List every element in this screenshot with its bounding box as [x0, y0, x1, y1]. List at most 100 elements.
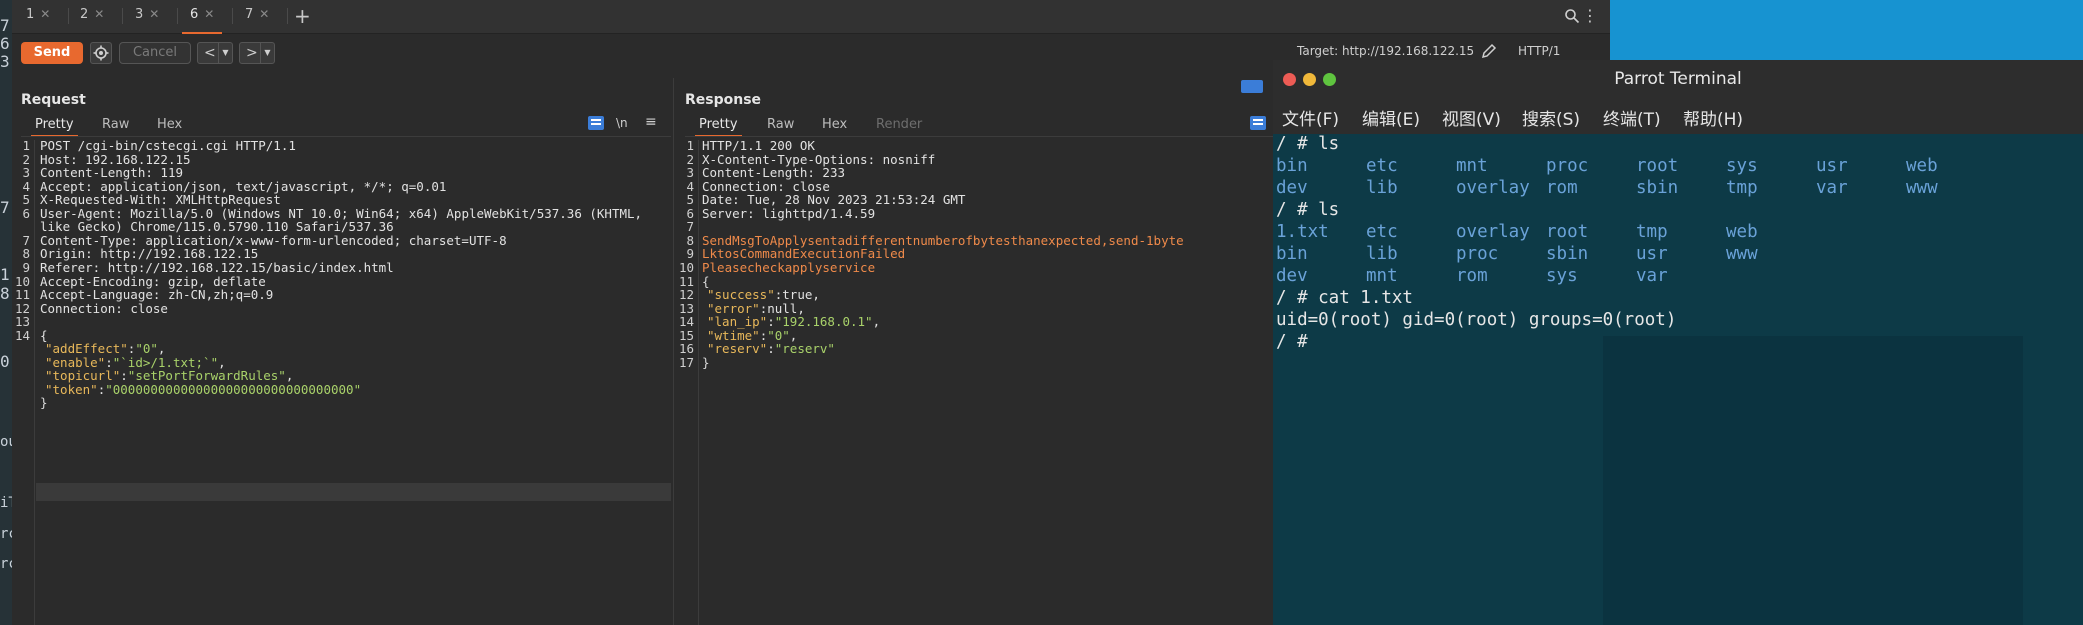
directory-entry: tmp: [1636, 222, 1668, 242]
settings-button[interactable]: [90, 42, 112, 64]
directory-entry: proc: [1456, 244, 1499, 264]
directory-entry: 1.txt: [1276, 222, 1329, 242]
repeater-tab[interactable]: 3 ✕: [135, 7, 159, 27]
back-arrow: <: [204, 45, 216, 61]
close-icon[interactable]: ✕: [149, 7, 159, 21]
tab-separator: [287, 8, 288, 24]
directory-entry: bin: [1276, 244, 1308, 264]
search-icon[interactable]: [1564, 8, 1580, 24]
forward-arrow: >: [246, 45, 258, 61]
add-tab-icon[interactable]: +: [294, 4, 311, 28]
edge-char: 3: [0, 52, 10, 71]
http-version-label[interactable]: HTTP/1: [1518, 44, 1560, 58]
tab-hex[interactable]: Hex: [157, 117, 182, 132]
close-icon[interactable]: ✕: [204, 7, 214, 21]
target-url[interactable]: Target: http://192.168.122.15: [1297, 44, 1474, 58]
desktop-background: [1610, 0, 2083, 60]
chevron-down-icon[interactable]: ▼: [260, 43, 274, 63]
directory-entry: var: [1816, 178, 1848, 198]
json-close-brace: }: [702, 354, 710, 370]
edge-char: 7: [0, 198, 10, 217]
tab-separator: [232, 8, 233, 24]
menu-search[interactable]: 搜索(S): [1522, 105, 1580, 130]
json-line: "token":"0000000000000000000000000000000…: [45, 382, 361, 397]
line-number: 14: [14, 327, 30, 343]
menu-help[interactable]: 帮助(H): [1683, 105, 1743, 130]
json-colon: :: [767, 341, 775, 357]
json-key: "token": [45, 381, 98, 397]
directory-entry: tmp: [1726, 178, 1758, 198]
directory-entry: www: [1726, 244, 1758, 264]
send-button[interactable]: Send: [21, 42, 83, 64]
tab-pretty[interactable]: Pretty: [695, 117, 742, 137]
code-line: Server: lighttpd/1.4.59: [702, 206, 875, 221]
menu-edit[interactable]: 编辑(E): [1362, 105, 1420, 130]
tab-separator: [122, 8, 123, 24]
chevron-down-icon[interactable]: ▼: [218, 43, 232, 63]
tab-raw[interactable]: Raw: [102, 117, 129, 132]
current-line-highlight: [36, 483, 671, 501]
hamburger-icon[interactable]: ≡: [645, 114, 657, 130]
directory-entry: lib: [1366, 244, 1398, 264]
directory-entry: www: [1906, 178, 1938, 198]
layout-toggle-icon[interactable]: [1241, 80, 1263, 93]
cancel-button[interactable]: Cancel: [119, 42, 191, 64]
tab-divider: [685, 136, 1285, 137]
json-key: "reserv": [707, 341, 768, 357]
directory-entry: var: [1636, 266, 1668, 286]
directory-entry: web: [1906, 156, 1938, 176]
code-line: Connection: close: [40, 301, 168, 316]
terminal-output[interactable]: / # ls bin etc mnt proc root sys usr web dev lib…: [1273, 134, 2083, 625]
directory-entry: mnt: [1456, 156, 1488, 176]
repeater-tab[interactable]: 2 ✕: [80, 7, 104, 27]
header-value: lighttpd/1.4.59: [762, 205, 876, 221]
wrap-lines-icon[interactable]: [588, 116, 604, 130]
pencil-icon[interactable]: [1480, 42, 1498, 60]
header-value: close: [130, 300, 168, 316]
terminal-window: Parrot Terminal 文件(F) 编辑(E) 视图(V) 搜索(S) …: [1273, 60, 2083, 625]
json-comma: ,: [812, 287, 820, 303]
directory-entry: overlay: [1456, 178, 1530, 198]
directory-entry: root: [1546, 222, 1589, 242]
directory-entry: sbin: [1546, 244, 1589, 264]
translucent-background-window: [1603, 336, 2023, 625]
tab-raw[interactable]: Raw: [767, 117, 794, 132]
tab-hex[interactable]: Hex: [822, 117, 847, 132]
tab-render[interactable]: Render: [876, 117, 922, 132]
json-line: "reserv":"reserv": [707, 341, 835, 356]
more-options-icon[interactable]: ⋮: [1582, 6, 1598, 25]
close-icon[interactable]: ✕: [259, 7, 269, 21]
background-window-edge: 7 6 3 7 1 8 0 ou iT rc rc: [0, 0, 17, 625]
forward-button[interactable]: > ▼: [239, 42, 275, 64]
pane-divider[interactable]: [673, 78, 674, 625]
json-value: "00000000000000000000000000000000": [105, 381, 362, 397]
menu-view[interactable]: 视图(V): [1442, 105, 1501, 130]
line-number-gutter: [698, 140, 699, 625]
directory-entry: sbin: [1636, 178, 1679, 198]
directory-entry: dev: [1276, 266, 1308, 286]
response-pane-title: Response: [685, 92, 762, 108]
edge-char: 7: [0, 16, 10, 35]
directory-entry: proc: [1546, 156, 1589, 176]
close-icon[interactable]: ✕: [40, 7, 50, 21]
tab-pretty[interactable]: Pretty: [31, 117, 78, 137]
wrap-lines-icon[interactable]: [1250, 116, 1266, 130]
line-number: 17: [678, 354, 694, 370]
back-button[interactable]: < ▼: [197, 42, 233, 64]
tab-separator: [177, 8, 178, 24]
directory-entry: rom: [1456, 266, 1488, 286]
directory-entry: rom: [1546, 178, 1578, 198]
menu-file[interactable]: 文件(F): [1282, 105, 1339, 130]
menu-terminal[interactable]: 终端(T): [1603, 105, 1661, 130]
newline-toggle[interactable]: \n: [616, 116, 628, 130]
tab-divider: [21, 136, 671, 137]
directory-entry: bin: [1276, 156, 1308, 176]
directory-entry: etc: [1366, 222, 1398, 242]
terminal-prompt: / # ls: [1276, 200, 1340, 220]
header-value: zh-CN,zh;q=0.9: [167, 287, 274, 303]
repeater-tab-active[interactable]: 6 ✕: [181, 7, 223, 34]
repeater-tab-bar: 1 ✕ 2 ✕ 3 ✕ 6 ✕ 7 ✕ + ⋮: [12, 0, 1610, 34]
repeater-tab[interactable]: 1 ✕: [26, 7, 50, 27]
close-icon[interactable]: ✕: [94, 7, 104, 21]
repeater-tab[interactable]: 7 ✕: [245, 7, 269, 27]
